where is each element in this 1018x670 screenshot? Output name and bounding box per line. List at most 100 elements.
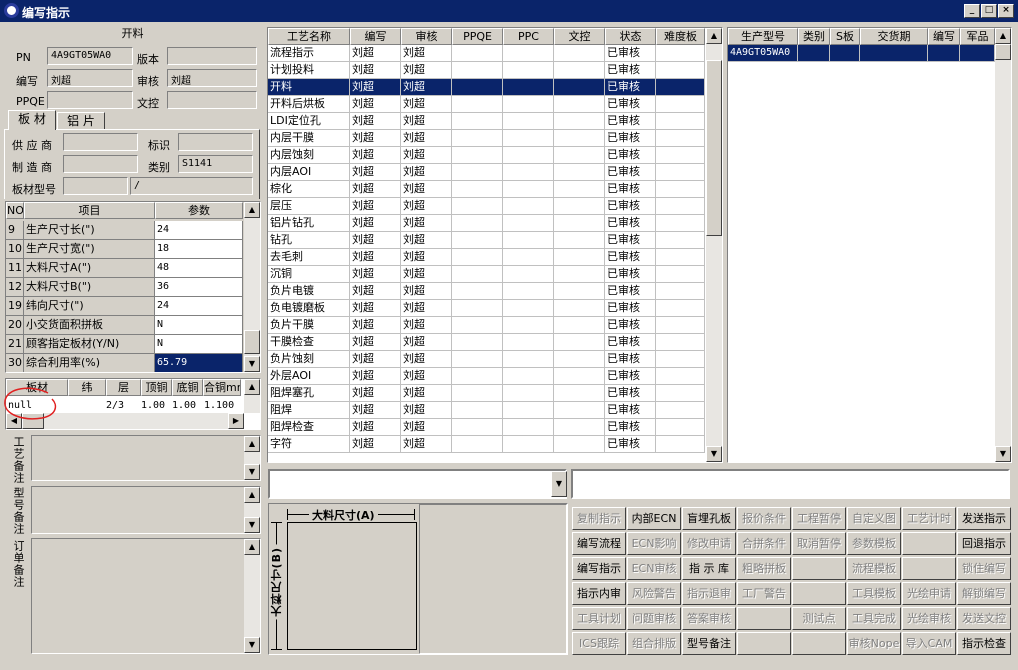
scroll-up-icon[interactable]: ▲ [244, 379, 260, 395]
board-header-4[interactable]: 底铜 [172, 379, 203, 396]
scroll-thumb[interactable] [244, 330, 260, 354]
scroll-up-icon[interactable]: ▲ [706, 28, 722, 44]
action-button-3-6[interactable]: 光绘申请 [902, 582, 956, 605]
action-button-3-2[interactable]: 指示退审 [682, 582, 736, 605]
version-field[interactable] [167, 47, 257, 65]
action-button-4-0[interactable]: 工具计划 [572, 607, 626, 630]
param-header-no[interactable]: NO [6, 202, 24, 219]
action-button-2-5[interactable]: 流程模板 [847, 557, 901, 580]
process-row[interactable]: 开料 刘超 刘超 已审核 [268, 79, 705, 96]
process-row[interactable]: 阻焊塞孔 刘超 刘超 已审核 [268, 385, 705, 402]
scroll-thumb[interactable] [995, 44, 1011, 60]
board-vscroll[interactable]: ▲ [244, 379, 260, 413]
action-button-3-7[interactable]: 解锁编写 [957, 582, 1011, 605]
process-note-field[interactable]: ▲ ▼ [31, 435, 261, 481]
action-button-5-1[interactable]: 组合排版 [627, 632, 681, 655]
action-button-4-7[interactable]: 发送文控 [957, 607, 1011, 630]
action-button-4-3[interactable] [737, 607, 791, 630]
chevron-down-icon[interactable]: ▼ [551, 471, 567, 497]
board-header-5[interactable]: 合铜mm [203, 379, 241, 396]
orders-header-1[interactable]: 类别 [798, 28, 830, 45]
param-row[interactable]: 9 生产尺寸长(") 24 [6, 221, 243, 240]
process-row[interactable]: 内层干膜 刘超 刘超 已审核 [268, 130, 705, 147]
action-button-5-7[interactable]: 指示检查 [957, 632, 1011, 655]
scroll-up-icon[interactable]: ▲ [244, 202, 260, 218]
action-button-0-1[interactable]: 内部ECN [627, 507, 681, 530]
category-field[interactable]: S1141 [178, 155, 253, 173]
orders-header-3[interactable]: 交货期 [860, 28, 928, 45]
scroll-down-icon[interactable]: ▼ [244, 356, 260, 372]
process-grid[interactable]: 工艺名称 编写 审核 PPQE PPC 文控 状态 难度板 流程指示 刘超 刘超 已审核 计划投料 刘超… [267, 27, 723, 463]
scroll-down-icon[interactable]: ▼ [244, 517, 260, 533]
action-button-4-6[interactable]: 光绘审核 [902, 607, 956, 630]
ppqe-field[interactable] [47, 91, 133, 109]
action-button-3-4[interactable] [792, 582, 846, 605]
action-button-5-0[interactable]: ICS跟踪 [572, 632, 626, 655]
tab-aluminum[interactable]: 铝 片 [57, 112, 105, 130]
scroll-right-icon[interactable]: ▶ [228, 413, 244, 429]
process-header-6[interactable]: 状态 [605, 28, 656, 45]
process-row[interactable]: 内层蚀刻 刘超 刘超 已审核 [268, 147, 705, 164]
orders-header-4[interactable]: 编写 [928, 28, 960, 45]
orders-header-5[interactable]: 军品 [960, 28, 995, 45]
process-header-5[interactable]: 文控 [554, 28, 605, 45]
process-row[interactable]: 钻孔 刘超 刘超 已审核 [268, 232, 705, 249]
action-button-0-2[interactable]: 盲埋孔板 [682, 507, 736, 530]
process-row[interactable]: 外层AOI 刘超 刘超 已审核 [268, 368, 705, 385]
action-button-2-2[interactable]: 指 示 库 [682, 557, 736, 580]
board-header-3[interactable]: 顶铜 [141, 379, 172, 396]
process-row[interactable]: 计划投料 刘超 刘超 已审核 [268, 62, 705, 79]
action-button-5-5[interactable]: 审核Nope [847, 632, 901, 655]
close-button[interactable]: × [998, 4, 1014, 18]
process-row[interactable]: 流程指示 刘超 刘超 已审核 [268, 45, 705, 62]
process-row[interactable]: 沉铜 刘超 刘超 已审核 [268, 266, 705, 283]
action-button-0-4[interactable]: 工程暂停 [792, 507, 846, 530]
param-row[interactable]: 30 综合利用率(%) 65.79 [6, 354, 243, 372]
action-button-5-6[interactable]: 导入CAM [902, 632, 956, 655]
action-button-5-4[interactable] [792, 632, 846, 655]
param-row[interactable]: 12 大料尺寸B(") 36 [6, 278, 243, 297]
process-row[interactable]: 负片干膜 刘超 刘超 已审核 [268, 317, 705, 334]
process-scrollbar[interactable]: ▲ ▼ [706, 28, 722, 462]
param-row[interactable]: 20 小交货面积拼板 N [6, 316, 243, 335]
process-row[interactable]: LDI定位孔 刘超 刘超 已审核 [268, 113, 705, 130]
process-row[interactable]: 层压 刘超 刘超 已审核 [268, 198, 705, 215]
param-header-value[interactable]: 参数 [155, 202, 243, 219]
process-row[interactable]: 字符 刘超 刘超 已审核 [268, 436, 705, 453]
process-row[interactable]: 去毛刺 刘超 刘超 已审核 [268, 249, 705, 266]
process-header-7[interactable]: 难度板 [656, 28, 705, 45]
action-button-3-5[interactable]: 工具模板 [847, 582, 901, 605]
message-input[interactable] [571, 469, 1010, 499]
action-button-3-1[interactable]: 风险警告 [627, 582, 681, 605]
note-scrollbar[interactable]: ▲ ▼ [244, 539, 260, 653]
action-button-1-0[interactable]: 编写流程 [572, 532, 626, 555]
action-button-1-6[interactable] [902, 532, 956, 555]
action-button-1-7[interactable]: 回退指示 [957, 532, 1011, 555]
scroll-down-icon[interactable]: ▼ [244, 637, 260, 653]
process-header-3[interactable]: PPQE [452, 28, 503, 45]
action-button-2-7[interactable]: 锁住编写 [957, 557, 1011, 580]
process-row[interactable]: 内层AOI 刘超 刘超 已审核 [268, 164, 705, 181]
note-scrollbar[interactable]: ▲ ▼ [244, 487, 260, 533]
process-row[interactable]: 开料后烘板 刘超 刘超 已审核 [268, 96, 705, 113]
process-row[interactable]: 铝片钻孔 刘超 刘超 已审核 [268, 215, 705, 232]
orders-grid[interactable]: 生产型号 类别 S板 交货期 编写 军品 4A9GT05WA0 ▲ ▼ [727, 27, 1012, 463]
scroll-up-icon[interactable]: ▲ [244, 436, 260, 452]
param-grid[interactable]: NO 项目 参数 9 生产尺寸长(") 24 10 生产尺寸宽(") 18 11 大料尺寸A(… [5, 201, 261, 373]
scroll-down-icon[interactable]: ▼ [244, 464, 260, 480]
action-button-0-5[interactable]: 自定义图 [847, 507, 901, 530]
action-button-2-6[interactable] [902, 557, 956, 580]
scroll-up-icon[interactable]: ▲ [995, 28, 1011, 44]
scroll-down-icon[interactable]: ▼ [706, 446, 722, 462]
board-header-1[interactable]: 纬 [68, 379, 106, 396]
param-scrollbar[interactable]: ▲ ▼ [244, 202, 260, 372]
action-button-0-0[interactable]: 复制指示 [572, 507, 626, 530]
tab-board[interactable]: 板 材 [8, 110, 56, 130]
doccontrol-field[interactable] [167, 91, 257, 109]
process-header-0[interactable]: 工艺名称 [268, 28, 350, 45]
action-button-2-3[interactable]: 粗略拼板 [737, 557, 791, 580]
action-button-1-3[interactable]: 合拼条件 [737, 532, 791, 555]
supplier-field[interactable] [63, 133, 138, 151]
note-scrollbar[interactable]: ▲ ▼ [244, 436, 260, 480]
action-button-1-2[interactable]: 修改申请 [682, 532, 736, 555]
